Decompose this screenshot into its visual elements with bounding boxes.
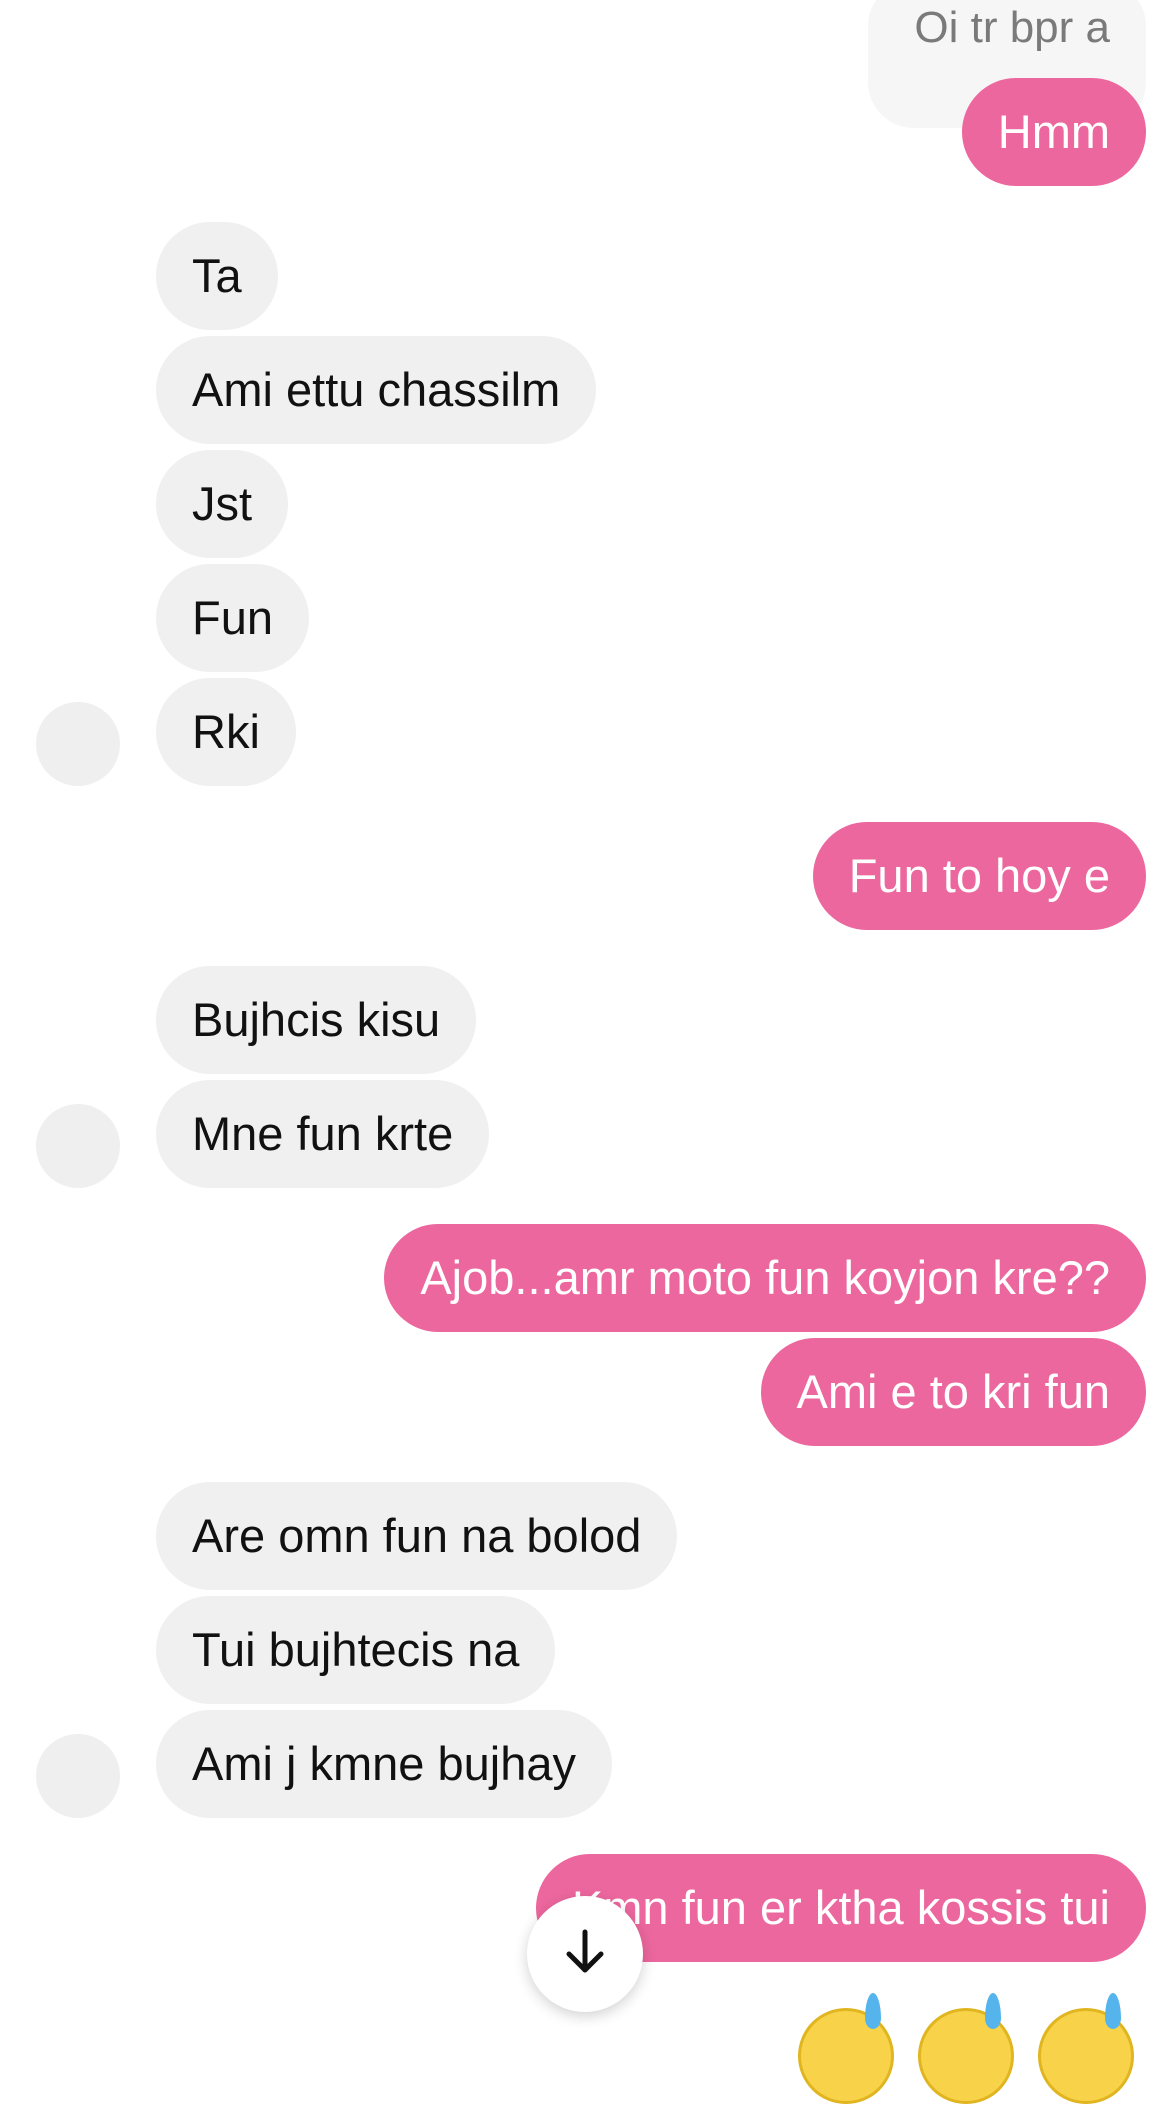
incoming-message[interactable]: Ami j kmne bujhay xyxy=(156,1710,612,1818)
incoming-message[interactable]: Jst xyxy=(156,450,289,558)
outgoing-message[interactable]: Ami e to kri fun xyxy=(760,1338,1146,1446)
incoming-message[interactable]: Are omn fun na bolod xyxy=(156,1482,678,1590)
sweat-smile-emoji-icon xyxy=(918,1993,1014,2104)
incoming-message[interactable]: Ami ettu chassilm xyxy=(156,336,597,444)
sweat-smile-emoji-icon xyxy=(798,1993,894,2104)
incoming-message[interactable]: Ta xyxy=(156,222,278,330)
incoming-message[interactable]: Tui bujhtecis na xyxy=(156,1596,556,1704)
incoming-message[interactable]: Mne fun krte xyxy=(156,1080,490,1188)
incoming-message[interactable]: Fun xyxy=(156,564,309,672)
outgoing-message[interactable]: Ajob...amr moto fun koyjon kre?? xyxy=(384,1224,1146,1332)
scroll-to-bottom-button[interactable] xyxy=(527,1896,643,2012)
avatar[interactable] xyxy=(36,702,120,786)
avatar[interactable] xyxy=(36,1104,120,1188)
outgoing-message[interactable]: Fun to hoy e xyxy=(812,822,1146,930)
arrow-down-icon xyxy=(559,1926,611,1983)
incoming-message[interactable]: Bujhcis kisu xyxy=(156,966,477,1074)
avatar[interactable] xyxy=(36,1734,120,1818)
outgoing-message[interactable]: Hmm xyxy=(961,78,1146,186)
incoming-message[interactable]: Rki xyxy=(156,678,296,786)
sweat-smile-emoji-icon xyxy=(1038,1993,1134,2104)
